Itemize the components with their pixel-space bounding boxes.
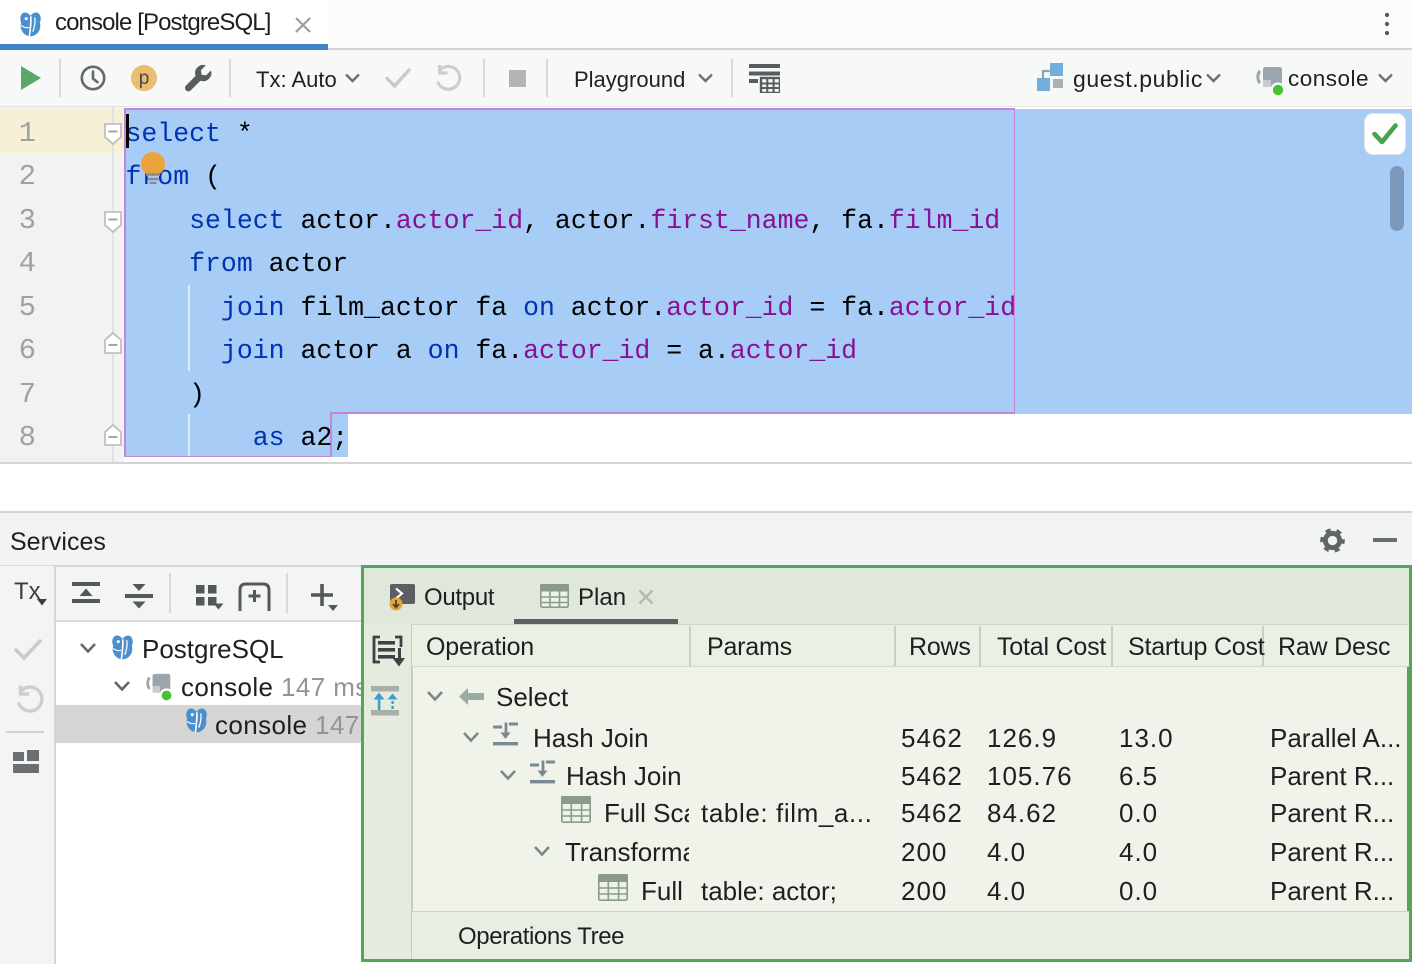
svg-text:p: p xyxy=(139,68,150,89)
